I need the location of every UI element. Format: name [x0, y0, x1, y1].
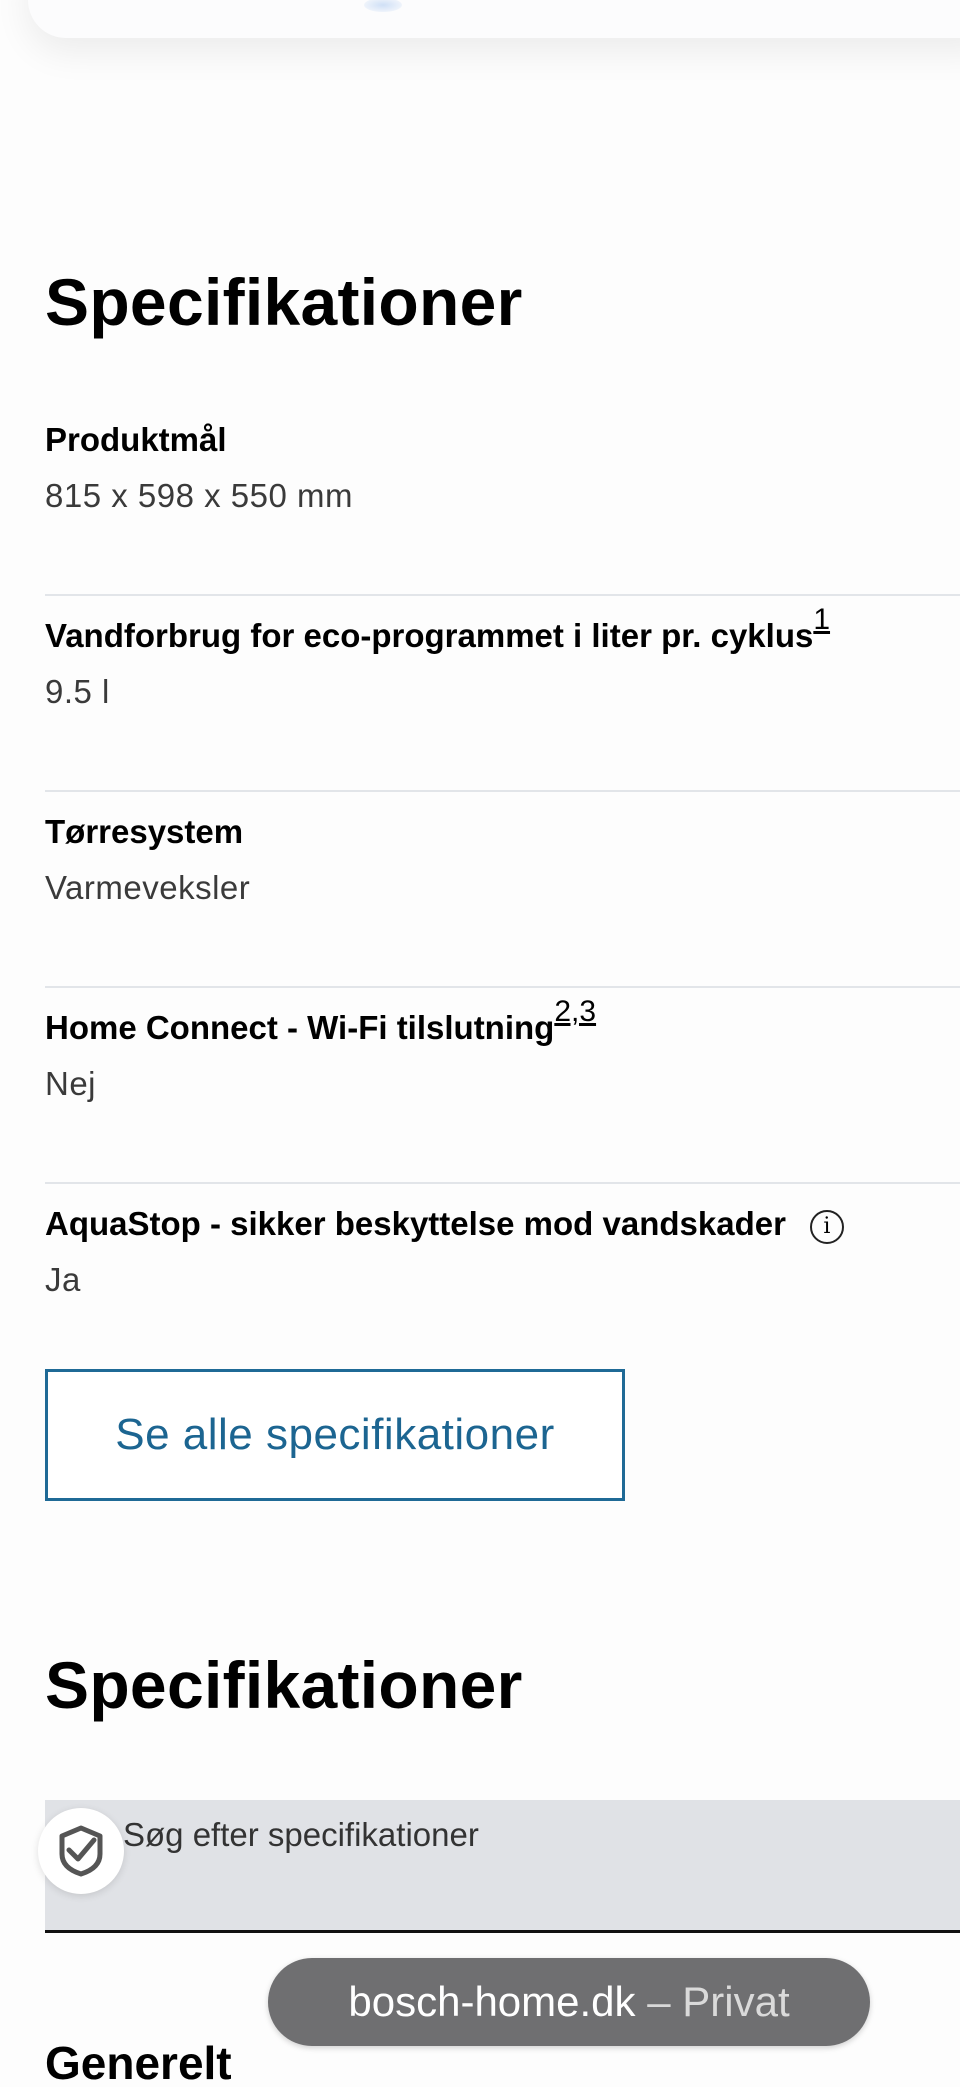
info-icon[interactable]: i — [809, 1210, 844, 1244]
spec-label: Tørresystem — [45, 813, 244, 850]
shield-check-icon — [59, 1825, 103, 1877]
spec-item-home-connect: Home Connect - Wi-Fi tilslutning2,3 Nej — [45, 988, 960, 1184]
spec-value: Varmeveksler — [45, 869, 251, 906]
spec-search-input[interactable] — [45, 1800, 960, 1870]
spec-value: Nej — [45, 1065, 97, 1102]
see-all-specs-button[interactable]: Se alle specifikationer — [45, 1369, 625, 1501]
spec-value: 815 x 598 x 550 mm — [45, 477, 353, 514]
full-specs-title: Specifikationer — [45, 1648, 523, 1722]
spec-value: Ja — [45, 1261, 81, 1298]
spec-label: AquaStop - sikker beskyttelse mod vandsk… — [45, 1202, 844, 1246]
url-domain: bosch-home.dk — [348, 1978, 636, 2025]
group-heading-general: Generelt — [45, 2037, 232, 2087]
top-card — [28, 0, 960, 38]
privacy-shield-button[interactable] — [38, 1808, 124, 1894]
footnote-link[interactable]: 1 — [813, 603, 830, 636]
url-separator: – — [635, 1978, 683, 2025]
spec-search-box[interactable] — [45, 1800, 960, 1933]
specs-title: Specifikationer — [45, 265, 523, 339]
browser-url-pill[interactable]: bosch-home.dk – Privat — [268, 1958, 870, 2046]
spec-label: Vandforbrug for eco-programmet i liter p… — [45, 603, 831, 655]
spec-item-dimensions: Produktmål 815 x 598 x 550 mm — [45, 400, 960, 596]
spec-label: Produktmål — [45, 421, 227, 458]
spec-item-water-consumption: Vandforbrug for eco-programmet i liter p… — [45, 596, 960, 792]
browsing-mode: Privat — [682, 1978, 790, 2025]
spec-label: Home Connect - Wi-Fi tilslutning2,3 — [45, 995, 597, 1047]
carousel-dot — [364, 0, 402, 12]
spec-value: 9.5 l — [45, 673, 110, 710]
footnote-link[interactable]: 2,3 — [554, 995, 596, 1028]
spec-item-aquastop: AquaStop - sikker beskyttelse mod vandsk… — [45, 1184, 960, 1380]
spec-item-drying-system: Tørresystem Varmeveksler — [45, 792, 960, 988]
page: Specifikationer Produktmål 815 x 598 x 5… — [0, 0, 960, 2087]
spec-list: Produktmål 815 x 598 x 550 mm Vandforbru… — [45, 400, 960, 1380]
